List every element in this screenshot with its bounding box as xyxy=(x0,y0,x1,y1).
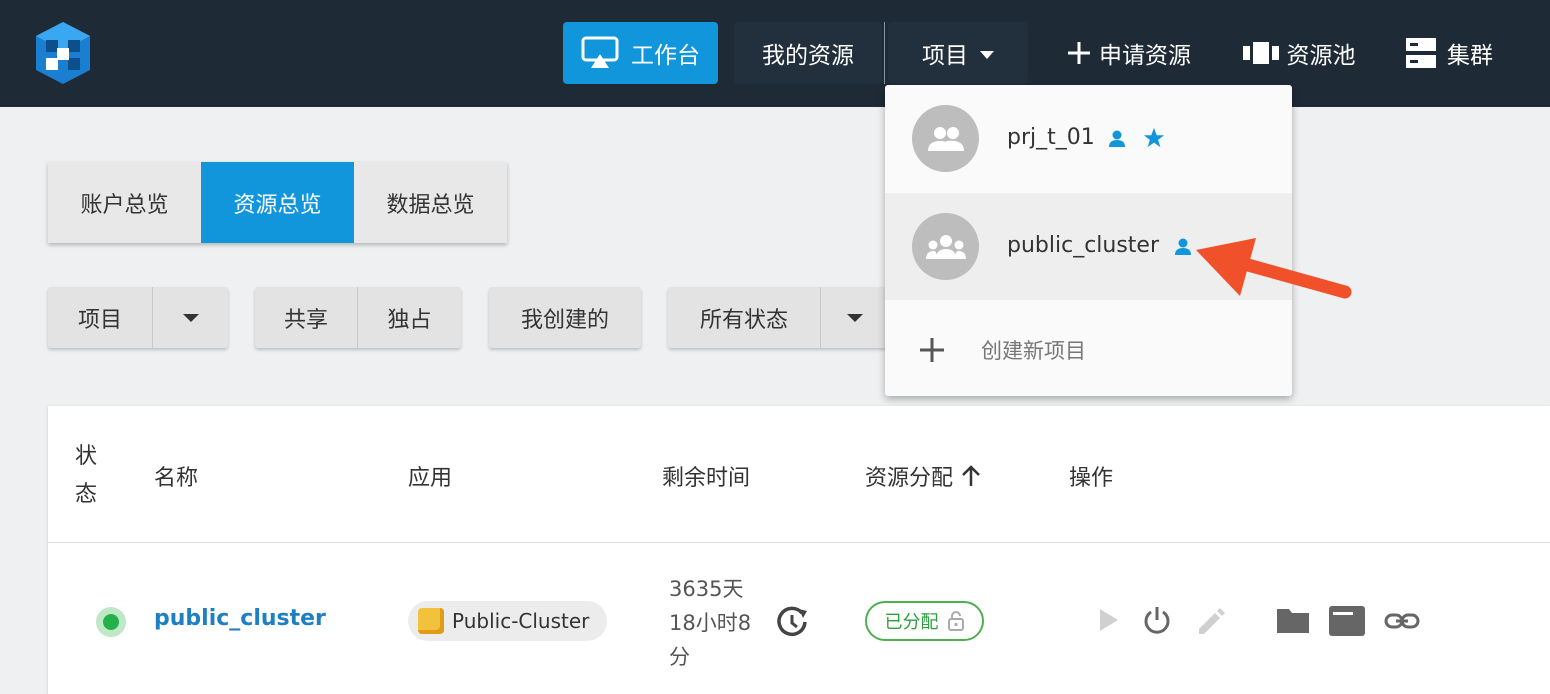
caret-down-icon xyxy=(980,50,994,59)
play-icon[interactable] xyxy=(1094,605,1122,635)
nav-cluster-label: 集群 xyxy=(1447,43,1493,69)
project-filter-label: 项目 xyxy=(77,307,122,333)
remaining-time-line: 分 xyxy=(669,645,690,669)
resource-pool-icon xyxy=(1242,42,1279,64)
resource-table: 状态 名称 应用 剩余时间 资源分配 操作 public_cluster Pub… xyxy=(48,406,1550,694)
created-by-me-filter-button[interactable]: 我创建的 xyxy=(489,287,641,348)
top-nav-bar: 工作台 我的资源 项目 申请资源 资源池 集群 xyxy=(0,0,1550,107)
person-icon xyxy=(1109,130,1125,147)
nav-apply-resources-label: 申请资源 xyxy=(1099,43,1191,69)
nav-apply-resources-button[interactable]: 申请资源 xyxy=(1050,22,1208,84)
status-filter-dropdown[interactable]: 所有状态 xyxy=(668,287,888,348)
nav-project-dropdown[interactable]: 项目 xyxy=(888,22,1028,84)
tab-resource-overview[interactable]: 资源总览 xyxy=(201,162,354,243)
row-divider xyxy=(48,542,1550,543)
app-chip[interactable]: Public-Cluster xyxy=(408,601,607,641)
nav-my-resources-label: 我的资源 xyxy=(762,43,854,69)
app-logo[interactable] xyxy=(30,18,96,88)
nav-workbench-label: 工作台 xyxy=(631,43,700,69)
folder-icon[interactable] xyxy=(1276,605,1310,635)
tab-account-overview[interactable]: 账户总览 xyxy=(48,162,201,243)
column-header-actions: 操作 xyxy=(1069,466,1114,491)
create-new-project-item[interactable]: 创建新项目 xyxy=(885,315,1292,385)
caret-down-icon xyxy=(846,313,863,322)
created-by-me-label: 我创建的 xyxy=(520,307,609,333)
resource-name-link[interactable]: public_cluster xyxy=(154,606,326,631)
allocation-status-badge: 已分配 xyxy=(865,601,984,641)
column-header-allocation[interactable]: 资源分配 xyxy=(865,460,981,492)
remaining-time-line: 3635天 xyxy=(669,577,744,601)
nav-cluster-button[interactable]: 集群 xyxy=(1390,22,1508,84)
sort-ascending-icon xyxy=(962,465,980,486)
allocation-header-label: 资源分配 xyxy=(865,466,954,491)
project-filter-dropdown[interactable]: 项目 xyxy=(48,287,228,348)
project-name: public_cluster xyxy=(1007,233,1160,258)
exclusive-filter-button[interactable]: 独占 xyxy=(358,287,461,348)
app-cube-icon xyxy=(418,608,444,634)
nav-workbench-button[interactable]: 工作台 xyxy=(563,22,718,84)
edit-pencil-icon[interactable] xyxy=(1195,605,1227,637)
create-new-project-label: 创建新项目 xyxy=(981,339,1086,363)
column-header-app: 应用 xyxy=(408,466,453,491)
nav-project-label: 项目 xyxy=(922,43,968,69)
lock-open-icon xyxy=(947,611,964,631)
app-chip-label: Public-Cluster xyxy=(452,609,590,633)
shared-filter-button[interactable]: 共享 xyxy=(255,287,357,348)
nav-my-resources-button[interactable]: 我的资源 xyxy=(734,22,882,84)
share-mode-toggle: 共享 独占 xyxy=(255,287,461,348)
server-icon xyxy=(1406,38,1436,68)
status-filter-label: 所有状态 xyxy=(699,307,788,333)
project-menu-item-prj-t-01[interactable]: prj_t_01 xyxy=(885,85,1292,192)
link-icon[interactable] xyxy=(1384,605,1420,637)
group-avatar-icon xyxy=(912,213,979,280)
airplay-icon xyxy=(581,36,619,68)
plus-icon xyxy=(920,338,944,362)
allocation-status-label: 已分配 xyxy=(884,612,939,633)
column-header-remaining-time: 剩余时间 xyxy=(662,466,751,491)
column-header-status: 状态 xyxy=(75,444,98,507)
tab-data-overview[interactable]: 数据总览 xyxy=(354,162,507,243)
remaining-time: 3635天 18小时8 分 xyxy=(669,572,779,674)
overview-tabs: 账户总览 资源总览 数据总览 xyxy=(48,162,507,243)
column-header-name: 名称 xyxy=(154,466,199,491)
project-name: prj_t_01 xyxy=(1007,125,1095,150)
nav-resource-pool-button[interactable]: 资源池 xyxy=(1228,22,1370,84)
group-avatar-icon xyxy=(912,105,979,172)
plus-icon xyxy=(1068,42,1090,64)
nav-resource-pool-label: 资源池 xyxy=(1286,43,1356,69)
nav-divider xyxy=(884,22,885,84)
remaining-time-line: 18小时8 xyxy=(669,611,752,635)
power-icon[interactable] xyxy=(1141,605,1173,637)
console-icon[interactable] xyxy=(1328,605,1366,637)
caret-down-icon xyxy=(182,313,199,322)
star-icon xyxy=(1143,127,1165,148)
status-running-indicator xyxy=(96,607,126,637)
renew-timer-icon[interactable] xyxy=(775,605,809,639)
annotation-arrow-icon xyxy=(1196,238,1352,299)
